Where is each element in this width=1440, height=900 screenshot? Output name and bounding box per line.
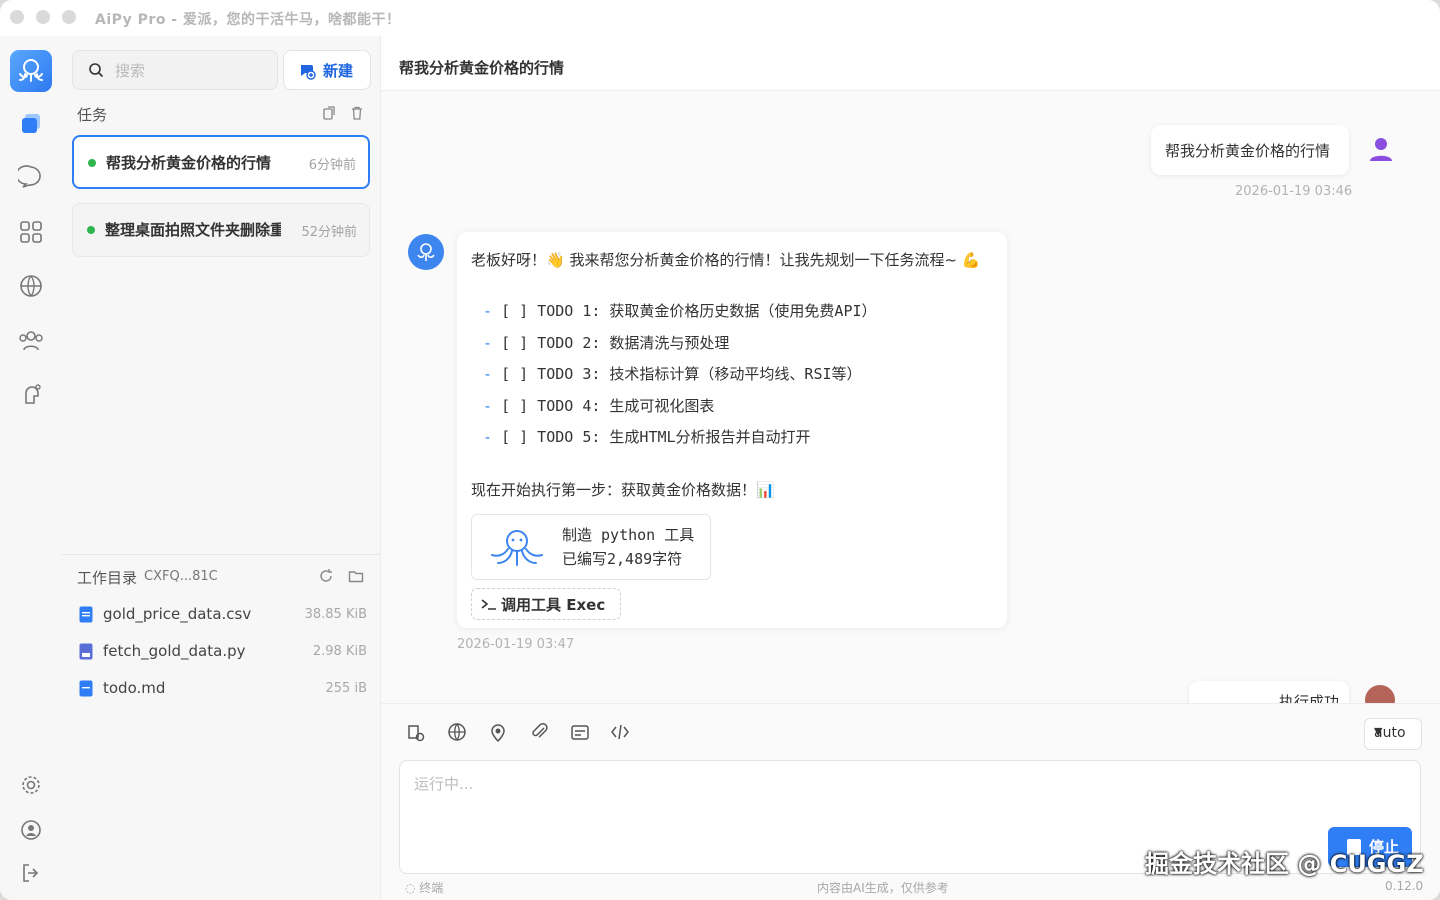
terminal-prompt-icon <box>481 599 496 610</box>
refresh-icon[interactable] <box>318 568 334 584</box>
window-zoom-button[interactable] <box>62 10 76 24</box>
file-name: fetch_gold_data.py <box>103 642 246 660</box>
caret-down-icon: ▼ <box>1374 725 1383 738</box>
user-message: 帮我分析黄金价格的行情 <box>1151 125 1349 175</box>
logout-icon[interactable] <box>18 860 44 886</box>
todo-item: - [ ] TODO 4: 生成可视化图表 <box>483 397 715 415</box>
bot-message-time: 2026-01-19 03:47 <box>457 637 575 652</box>
folder-open-icon[interactable] <box>348 568 364 584</box>
new-chat-icon <box>301 65 316 80</box>
tool-call-chip[interactable]: 调用工具 Exec <box>471 588 621 620</box>
export-icon[interactable] <box>322 106 336 120</box>
exec-step-text: 现在开始执行第一步：获取黄金价格数据！📊 <box>471 481 775 499</box>
markdown-file-icon <box>79 680 93 697</box>
code-icon[interactable] <box>609 721 631 743</box>
next-message: 执行成功 <box>1189 681 1349 703</box>
message-list[interactable]: 帮我分析黄金价格的行情 2026-01-19 03:46 老板好呀！👋 我来帮您… <box>381 91 1440 703</box>
attachment-icon[interactable] <box>528 721 550 743</box>
task-time: 6分钟前 <box>308 158 356 173</box>
title-bar: AiPy Pro - 爱派，您的干活牛马，啥都能干！ <box>0 0 1440 37</box>
next-message-text: 执行成功 <box>1279 693 1340 703</box>
chat-nav-icon[interactable] <box>15 164 44 190</box>
file-row[interactable]: gold_price_data.csv 38.85 KiB <box>77 600 367 630</box>
bot-avatar-icon <box>408 234 444 270</box>
tool-call-label: 调用工具 Exec <box>501 596 606 614</box>
terminal-toggle[interactable]: ◌ 终端 <box>405 879 443 896</box>
window-close-button[interactable] <box>10 10 24 24</box>
status-dot <box>88 159 96 167</box>
task-time: 52分钟前 <box>301 225 357 240</box>
task-panel: 搜索 新建 任务 帮我分析黄金价格的行情 6分钟前 整理桌面拍照文件夹删除重复 … <box>62 36 381 900</box>
chat-title: 帮我分析黄金价格的行情 <box>399 59 565 77</box>
trash-icon[interactable] <box>350 106 364 120</box>
search-input[interactable]: 搜索 <box>72 50 278 90</box>
status-dot <box>87 226 95 234</box>
file-size: 255 iB <box>325 681 367 696</box>
chat-main: 帮我分析黄金价格的行情 帮我分析黄金价格的行情 2026-01-19 03:46… <box>381 36 1440 900</box>
bot-message: 老板好呀！👋 我来帮您分析黄金价格的行情！让我先规划一下任务流程~ 💪 - [ … <box>457 232 1007 628</box>
location-icon[interactable] <box>487 721 509 743</box>
file-size: 38.85 KiB <box>304 607 367 622</box>
octopus-tool-icon <box>491 530 543 566</box>
file-upload-icon[interactable] <box>405 721 427 743</box>
tasks-section-label: 任务 <box>77 106 108 124</box>
tool-card-title: 制造 python 工具 <box>562 526 695 544</box>
user-message-text: 帮我分析黄金价格的行情 <box>1165 142 1331 160</box>
nav-rail <box>0 36 63 900</box>
mcp-tools-icon[interactable] <box>569 721 591 743</box>
task-title: 整理桌面拍照文件夹删除重复 <box>105 221 281 239</box>
todo-item: - [ ] TODO 2: 数据清洗与预处理 <box>483 334 730 352</box>
agent-nav-icon[interactable] <box>18 381 44 407</box>
search-placeholder: 搜索 <box>115 62 146 80</box>
user-message-time: 2026-01-19 03:46 <box>1235 184 1353 199</box>
file-name: gold_price_data.csv <box>103 605 252 623</box>
octopus-logo-icon <box>19 59 43 82</box>
web-search-icon[interactable] <box>446 721 468 743</box>
globe-nav-icon[interactable] <box>18 273 44 299</box>
todo-item: - [ ] TODO 5: 生成HTML分析报告并自动打开 <box>483 428 811 446</box>
app-version: 0.12.0 <box>1385 879 1424 893</box>
csv-file-icon <box>79 606 93 623</box>
user-profile-icon[interactable] <box>18 817 44 843</box>
window-minimize-button[interactable] <box>36 10 50 24</box>
workdir-id: CXFQ...81C <box>144 569 218 584</box>
python-file-icon <box>79 643 93 660</box>
todo-item: - [ ] TODO 1: 获取黄金价格历史数据（使用免费API） <box>483 302 877 320</box>
tasks-nav-icon[interactable] <box>18 110 44 136</box>
tool-build-card[interactable]: 制造 python 工具 已编写2,489字符 <box>471 514 711 580</box>
settings-icon[interactable] <box>18 772 44 798</box>
bot-intro-text: 老板好呀！👋 我来帮您分析黄金价格的行情！让我先规划一下任务流程~ 💪 <box>471 251 981 269</box>
tool-card-subtitle: 已编写2,489字符 <box>562 550 683 568</box>
file-row[interactable]: todo.md 255 iB <box>77 674 367 704</box>
apps-nav-icon[interactable] <box>18 219 44 245</box>
new-task-button[interactable]: 新建 <box>283 50 371 90</box>
task-title: 帮我分析黄金价格的行情 <box>106 154 272 172</box>
task-item-photos[interactable]: 整理桌面拍照文件夹删除重复 52分钟前 <box>72 203 370 257</box>
prompt-placeholder: 运行中... <box>414 775 474 793</box>
app-window: AiPy Pro - 爱派，您的干活牛马，啥都能干！ 搜索 新建 任务 帮我分析… <box>0 0 1440 900</box>
watermark: 掘金技术社区 @ CUGGZ <box>1145 850 1424 878</box>
todo-item: - [ ] TODO 3: 技术指标计算（移动平均线、RSI等） <box>483 365 862 383</box>
team-nav-icon[interactable] <box>18 327 44 353</box>
chat-header: 帮我分析黄金价格的行情 <box>381 36 1440 91</box>
user-avatar-icon <box>1370 138 1392 161</box>
ai-disclaimer: 内容由AI生成，仅供参考 <box>817 881 949 895</box>
workdir-label: 工作目录 <box>77 569 138 587</box>
file-size: 2.98 KiB <box>312 644 367 659</box>
file-row[interactable]: fetch_gold_data.py 2.98 KiB <box>77 637 367 667</box>
reviewer-avatar <box>1365 685 1395 703</box>
search-icon <box>89 63 104 78</box>
new-task-label: 新建 <box>323 62 354 80</box>
workdir-panel: 工作目录 CXFQ...81C gold_price_data.csv 38.8… <box>62 554 380 900</box>
model-select[interactable]: auto ▼ <box>1364 718 1422 750</box>
file-name: todo.md <box>103 679 166 697</box>
window-title: AiPy Pro - 爱派，您的干活牛马，啥都能干！ <box>95 12 401 28</box>
task-item-gold[interactable]: 帮我分析黄金价格的行情 6分钟前 <box>72 135 370 189</box>
app-logo[interactable] <box>10 50 52 92</box>
